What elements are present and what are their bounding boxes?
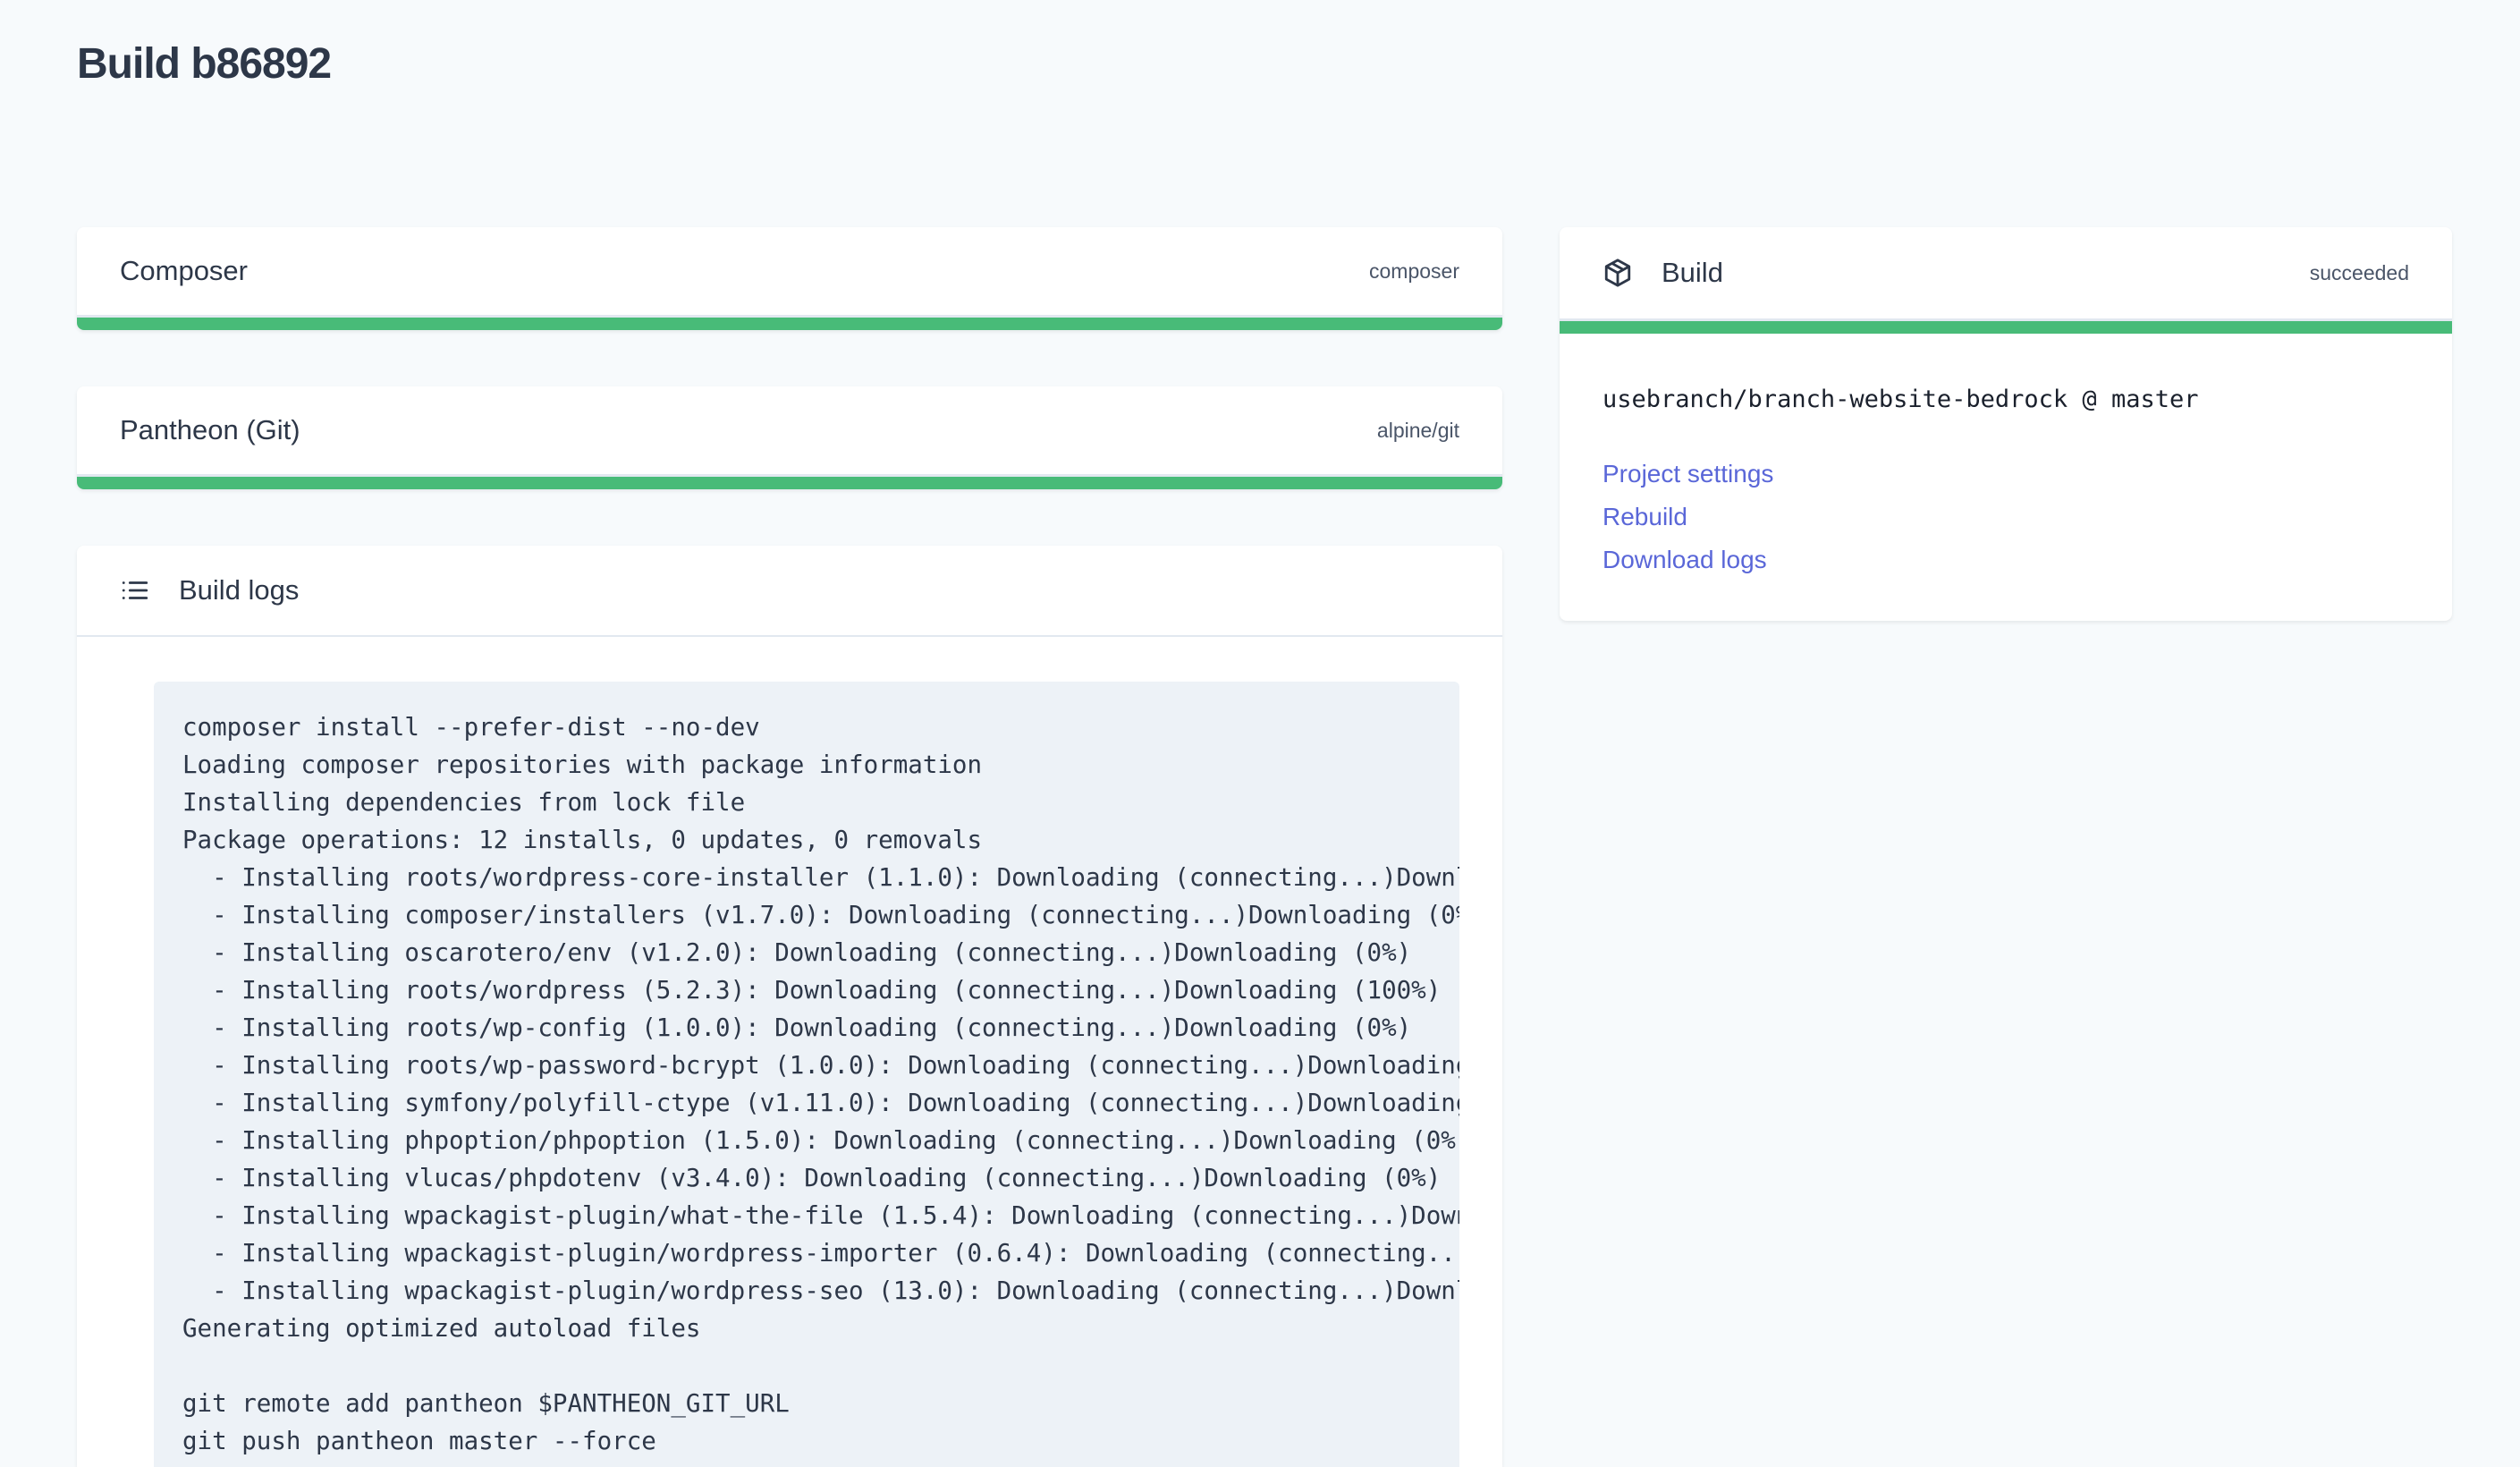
build-logs-card: Build logs composer install --prefer-dis… [77, 546, 1502, 1467]
rebuild-link[interactable]: Rebuild [1602, 496, 2452, 538]
project-settings-link[interactable]: Project settings [1602, 453, 2452, 496]
build-status-bar [1560, 318, 2452, 334]
package-icon [1602, 258, 1633, 288]
download-logs-link[interactable]: Download logs [1602, 538, 2452, 581]
page-title: Build b86892 [77, 40, 332, 88]
step-image: alpine/git [1376, 418, 1459, 442]
step-name: Pantheon (Git) [120, 414, 300, 445]
logs-title: Build logs [179, 574, 300, 606]
step-name: Composer [120, 255, 248, 286]
build-summary-card: Build succeeded usebranch/branch-website… [1560, 227, 2452, 621]
step-status-bar [77, 474, 1502, 489]
step-card-composer: Composer composer [77, 227, 1502, 330]
list-icon [120, 575, 150, 606]
repo-branch: usebranch/branch-website-bedrock @ maste… [1602, 386, 2199, 413]
build-status: succeeded [2309, 260, 2409, 284]
build-title: Build [1662, 257, 1723, 288]
step-card-pantheon: Pantheon (Git) alpine/git [77, 386, 1502, 489]
build-log-output[interactable]: composer install --prefer-dist --no-dev … [154, 682, 1459, 1467]
step-status-bar [77, 315, 1502, 330]
step-image: composer [1369, 259, 1459, 283]
